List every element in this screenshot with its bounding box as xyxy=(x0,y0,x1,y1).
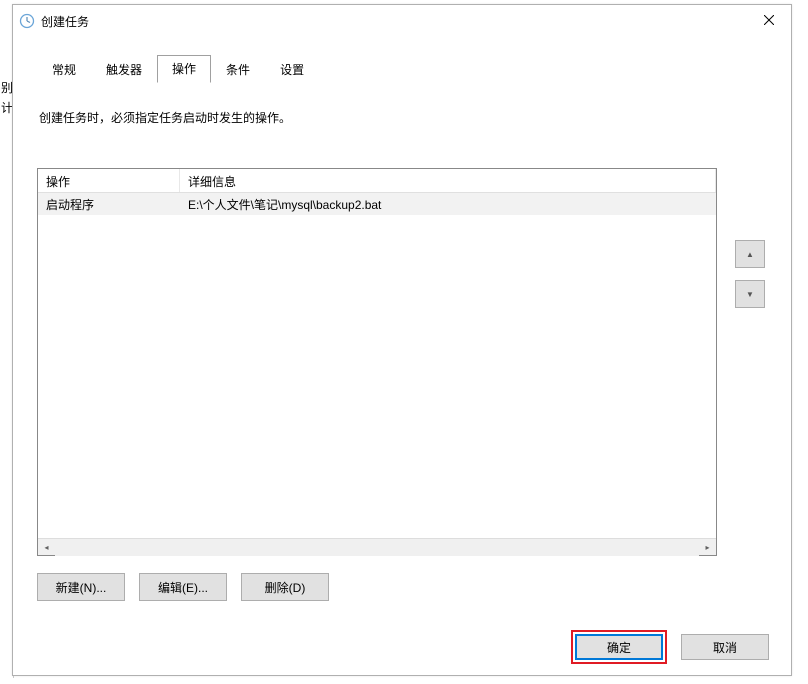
tab-general[interactable]: 常规 xyxy=(37,56,91,83)
dialog-footer: 确定 取消 xyxy=(13,619,791,675)
table-row[interactable]: 启动程序 E:\个人文件\笔记\mysql\backup2.bat xyxy=(38,193,716,215)
scroll-right-icon[interactable]: ▸ xyxy=(699,539,716,556)
move-down-button[interactable]: ▼ xyxy=(735,280,765,308)
tab-triggers[interactable]: 触发器 xyxy=(91,56,157,83)
cell-action: 启动程序 xyxy=(38,194,180,215)
delete-button[interactable]: 删除(D) xyxy=(241,573,329,601)
tab-conditions[interactable]: 条件 xyxy=(211,56,265,83)
cancel-button[interactable]: 取消 xyxy=(681,634,769,660)
column-header-action[interactable]: 操作 xyxy=(38,169,180,192)
move-up-button[interactable]: ▲ xyxy=(735,240,765,268)
scroll-left-icon[interactable]: ◂ xyxy=(38,539,55,556)
titlebar: 创建任务 xyxy=(13,5,791,37)
scroll-track[interactable] xyxy=(55,539,699,556)
dialog-title: 创建任务 xyxy=(41,13,89,30)
action-buttons-row: 新建(N)... 编辑(E)... 删除(D) xyxy=(37,573,767,601)
column-header-detail[interactable]: 详细信息 xyxy=(180,169,716,192)
new-button[interactable]: 新建(N)... xyxy=(37,573,125,601)
tab-settings[interactable]: 设置 xyxy=(265,56,319,83)
cell-detail: E:\个人文件\笔记\mysql\backup2.bat xyxy=(180,194,716,215)
table-header: 操作 详细信息 xyxy=(38,169,716,193)
create-task-dialog: 创建任务 常规 触发器 操作 条件 设置 创建任务时，必须指定任务启动时发生的操… xyxy=(12,4,792,676)
dialog-body: 常规 触发器 操作 条件 设置 创建任务时，必须指定任务启动时发生的操作。 操作… xyxy=(13,37,791,619)
clock-icon xyxy=(19,13,35,29)
close-button[interactable] xyxy=(747,5,791,35)
description-text: 创建任务时，必须指定任务启动时发生的操作。 xyxy=(37,109,767,126)
tab-actions[interactable]: 操作 xyxy=(157,55,211,83)
tab-bar: 常规 触发器 操作 条件 设置 xyxy=(37,55,767,83)
triangle-up-icon: ▲ xyxy=(746,250,754,259)
edit-button[interactable]: 编辑(E)... xyxy=(139,573,227,601)
actions-table: 操作 详细信息 启动程序 E:\个人文件\笔记\mysql\backup2.ba… xyxy=(37,168,717,556)
horizontal-scrollbar[interactable]: ◂ ▸ xyxy=(38,538,716,555)
ok-button[interactable]: 确定 xyxy=(575,634,663,660)
background-bottom xyxy=(0,678,808,684)
table-body[interactable]: 启动程序 E:\个人文件\笔记\mysql\backup2.bat xyxy=(38,193,716,538)
background-right xyxy=(790,0,808,684)
triangle-down-icon: ▼ xyxy=(746,290,754,299)
table-area: 操作 详细信息 启动程序 E:\个人文件\笔记\mysql\backup2.ba… xyxy=(37,168,767,557)
reorder-buttons: ▲ ▼ xyxy=(735,240,767,557)
